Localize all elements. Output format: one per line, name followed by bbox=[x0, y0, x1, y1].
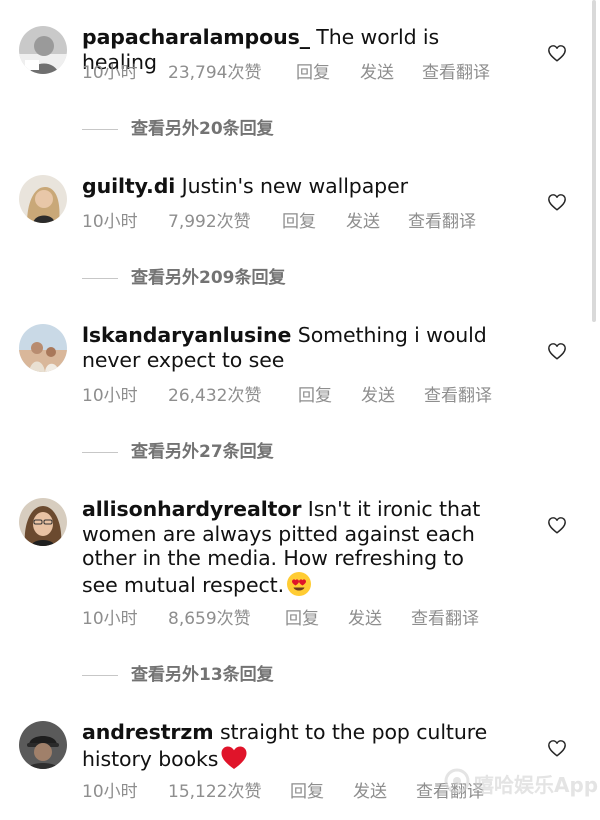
like-count[interactable]: 23,794次赞 bbox=[168, 61, 261, 85]
heart-outline-icon[interactable] bbox=[547, 516, 567, 534]
replies-divider bbox=[82, 129, 118, 130]
reply-button[interactable]: 回复 bbox=[296, 61, 330, 85]
comment-time: 10小时 bbox=[82, 63, 138, 83]
watermark-text: 嘻哈娱乐App bbox=[474, 773, 599, 797]
comment-username[interactable]: andrestrzm bbox=[82, 720, 214, 744]
reply-button[interactable]: 回复 bbox=[282, 210, 316, 234]
avatar[interactable] bbox=[19, 498, 67, 546]
heart-outline-icon[interactable] bbox=[547, 193, 567, 211]
reply-button[interactable]: 回复 bbox=[298, 384, 332, 408]
comment-time: 10小时 bbox=[82, 386, 138, 406]
comment-body: Justin's new wallpaper bbox=[181, 174, 408, 198]
heart-outline-icon[interactable] bbox=[547, 739, 567, 757]
comments-page: papacharalampous_ The world is healing 1… bbox=[0, 0, 600, 820]
translate-button[interactable]: 查看翻译 bbox=[424, 384, 492, 408]
send-button[interactable]: 发送 bbox=[353, 780, 387, 804]
comment-username[interactable]: guilty.di bbox=[82, 174, 175, 198]
comment-time: 10小时 bbox=[82, 782, 138, 802]
heart-eyes-emoji-icon bbox=[286, 571, 312, 603]
replies-divider bbox=[82, 278, 118, 279]
watermark: 嘻哈娱乐App bbox=[444, 765, 598, 797]
send-button[interactable]: 发送 bbox=[361, 384, 395, 408]
translate-button[interactable]: 查看翻译 bbox=[408, 210, 476, 234]
avatar[interactable] bbox=[19, 175, 67, 223]
scrollbar[interactable] bbox=[592, 0, 596, 322]
watermark-logo-icon bbox=[444, 768, 470, 794]
view-replies-label[interactable]: 查看另外13条回复 bbox=[131, 663, 274, 687]
comment-username[interactable]: papacharalampous_ bbox=[82, 25, 310, 49]
comment-text: andrestrzm straight to the pop culture h… bbox=[82, 720, 502, 776]
comment-username[interactable]: allisonhardyrealtor bbox=[82, 497, 301, 521]
comment-text: guilty.di Justin's new wallpaper bbox=[82, 174, 502, 199]
like-count[interactable]: 8,659次赞 bbox=[168, 607, 251, 631]
view-replies-button[interactable]: 查看另外27条回复 bbox=[82, 440, 382, 464]
translate-button[interactable]: 查看翻译 bbox=[411, 607, 479, 631]
red-heart-emoji-icon bbox=[220, 745, 248, 777]
replies-divider bbox=[82, 452, 118, 453]
reply-button[interactable]: 回复 bbox=[285, 607, 319, 631]
avatar[interactable] bbox=[19, 26, 67, 74]
comment-text: allisonhardyrealtor Isn't it ironic that… bbox=[82, 497, 502, 602]
like-count[interactable]: 7,992次赞 bbox=[168, 210, 251, 234]
view-replies-button[interactable]: 查看另外13条回复 bbox=[82, 663, 382, 687]
view-replies-label[interactable]: 查看另外20条回复 bbox=[131, 117, 274, 141]
comment-text: lskandaryanlusine Something i would neve… bbox=[82, 323, 502, 372]
like-count[interactable]: 15,122次赞 bbox=[168, 780, 261, 804]
send-button[interactable]: 发送 bbox=[346, 210, 380, 234]
comment-username[interactable]: lskandaryanlusine bbox=[82, 323, 291, 347]
heart-outline-icon[interactable] bbox=[547, 342, 567, 360]
send-button[interactable]: 发送 bbox=[348, 607, 382, 631]
avatar[interactable] bbox=[19, 324, 67, 372]
heart-outline-icon[interactable] bbox=[547, 44, 567, 62]
view-replies-button[interactable]: 查看另外20条回复 bbox=[82, 117, 382, 141]
send-button[interactable]: 发送 bbox=[360, 61, 394, 85]
comment-time: 10小时 bbox=[82, 212, 138, 232]
reply-button[interactable]: 回复 bbox=[290, 780, 324, 804]
view-replies-label[interactable]: 查看另外209条回复 bbox=[131, 266, 286, 290]
view-replies-button[interactable]: 查看另外209条回复 bbox=[82, 266, 382, 290]
view-replies-label[interactable]: 查看另外27条回复 bbox=[131, 440, 274, 464]
translate-button[interactable]: 查看翻译 bbox=[422, 61, 490, 85]
like-count[interactable]: 26,432次赞 bbox=[168, 384, 261, 408]
comment-time: 10小时 bbox=[82, 609, 138, 629]
replies-divider bbox=[82, 675, 118, 676]
avatar[interactable] bbox=[19, 721, 67, 769]
